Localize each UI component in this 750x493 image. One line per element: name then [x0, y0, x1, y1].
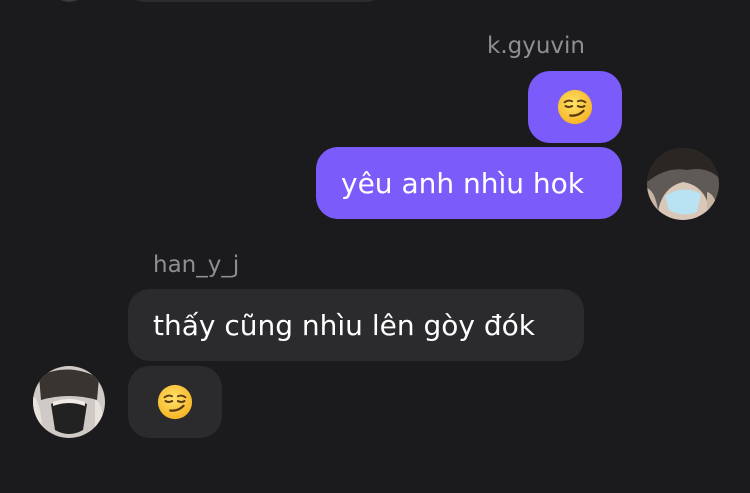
previous-avatar[interactable]	[50, 0, 88, 2]
avatar-photo	[647, 148, 719, 220]
smirking-face-emoji	[157, 384, 193, 420]
message-bubble-text-incoming[interactable]: thấy cũng nhìu lên gòy đók	[128, 289, 584, 361]
sender-name-outgoing: k.gyuvin	[487, 33, 585, 59]
message-bubble-emoji-incoming[interactable]	[128, 366, 222, 438]
sender-name-incoming: han_y_j	[153, 252, 240, 278]
message-text: yêu anh nhìu hok	[341, 166, 585, 200]
message-bubble-text-outgoing[interactable]: yêu anh nhìu hok	[316, 147, 622, 219]
smirking-face-emoji	[557, 89, 593, 125]
avatar-han-y-j[interactable]	[33, 366, 105, 438]
message-bubble-emoji-outgoing[interactable]	[528, 71, 622, 143]
previous-message-bubble[interactable]	[128, 0, 383, 2]
message-text: thấy cũng nhìu lên gòy đók	[153, 308, 535, 342]
avatar-k-gyuvin[interactable]	[647, 148, 719, 220]
avatar-photo	[33, 366, 105, 438]
